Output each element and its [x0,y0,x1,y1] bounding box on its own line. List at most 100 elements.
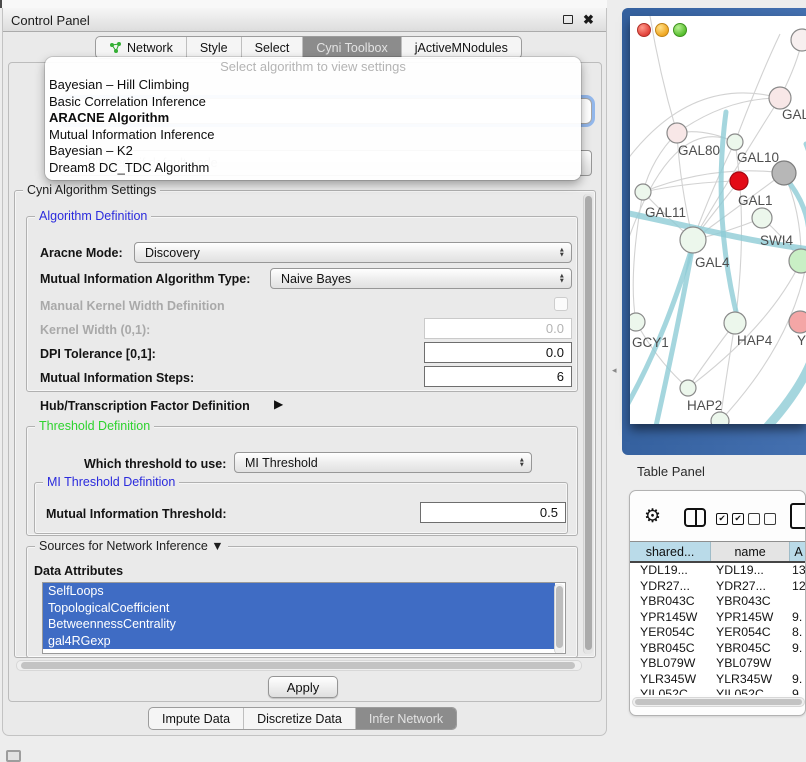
node-partial-bottom[interactable] [711,412,729,424]
cell-shared: YIL052C [630,687,711,695]
node-gal10[interactable] [727,134,743,150]
list-item[interactable]: TopologicalCoefficient [43,600,555,617]
network-nodes[interactable] [630,29,806,424]
mi-type-label: Mutual Information Algorithm Type: [40,272,250,286]
node-hap4[interactable] [724,312,746,334]
tab-select[interactable]: Select [242,37,304,58]
column-header-name[interactable]: name [711,542,790,561]
list-vertical-scrollbar[interactable] [554,584,564,654]
node-gcy1[interactable] [630,313,645,331]
column-header-partial[interactable]: A [790,542,806,561]
tab-style[interactable]: Style [187,37,242,58]
table-row[interactable]: YPR145WYPR145W9. [630,610,806,626]
cell-name: YPR145W [711,610,792,626]
deselect-all-columns-icon[interactable] [748,513,776,525]
tab-label: Style [200,41,228,55]
node-partial-top[interactable] [791,29,806,51]
control-panel-tabstrip: Network Style Select Cyni Toolbox jActiv… [95,36,522,59]
list-item[interactable]: BetweennessCentrality [43,616,555,633]
field-value: 0.0 [546,321,564,336]
mi-steps-field[interactable]: 6 [424,366,572,387]
cell-shared: YBL079W [630,656,711,672]
settings-horizontal-scrollbar[interactable] [16,660,582,671]
splitter-handle-icon[interactable]: ◂ [612,365,617,376]
manual-kernel-checkbox[interactable] [554,297,568,311]
settings-vertical-scrollbar[interactable] [583,194,593,654]
network-graph[interactable]: GAL GAL80 GAL10 GAL1 GAL11 SWI4 GAL4 GCY… [630,16,806,424]
table-row[interactable]: YBL079WYBL079W [630,656,806,672]
collapsed-panel-icon[interactable] [6,750,21,762]
tab-discretize-data[interactable]: Discretize Data [244,708,356,729]
table-row[interactable]: YDR27...YDR27...12 [630,579,806,595]
cell-shared: YBR045C [630,641,711,657]
column-browser-icon[interactable] [684,508,706,527]
list-item[interactable]: SelfLoops [43,583,555,600]
node-gal4[interactable] [680,227,706,253]
table-row[interactable]: YER054CYER054C8. [630,625,806,641]
node-gal80[interactable] [667,123,687,143]
network-canvas[interactable]: GAL GAL80 GAL10 GAL1 GAL11 SWI4 GAL4 GCY… [630,16,806,424]
node-gal1-red[interactable] [730,172,748,190]
scrollbar-thumb[interactable] [556,586,563,648]
dropdown-item-bayesian-hill[interactable]: Bayesian – Hill Climbing [45,77,581,94]
mi-type-combo[interactable]: Naive Bayes ▲▼ [270,268,572,289]
tab-cyni-toolbox[interactable]: Cyni Toolbox [303,37,401,58]
table-row[interactable]: YLR345WYLR345W9. [630,672,806,688]
close-panel-icon[interactable]: ✖ [583,15,594,25]
node-salmon[interactable] [789,311,806,333]
node-label: SWI4 [760,233,793,248]
column-header-shared[interactable]: shared... [630,542,711,561]
cell-shared: YDR27... [630,579,711,595]
tab-infer-network[interactable]: Infer Network [356,708,456,729]
scrollbar-thumb[interactable] [585,196,592,650]
dropdown-item-bayesian-k2[interactable]: Bayesian – K2 [45,143,581,160]
tab-jactivemnodules[interactable]: jActiveMNodules [402,37,521,58]
kernel-width-field[interactable]: 0.0 [424,318,572,339]
hub-expand-arrow-icon[interactable]: ▶ [274,397,283,411]
node-hap2[interactable] [680,380,696,396]
dropdown-item-basic-correlation[interactable]: Basic Correlation Inference [45,94,581,111]
stepper-icon: ▲▼ [559,273,565,284]
aracne-mode-combo[interactable]: Discovery ▲▼ [134,242,572,263]
dpi-tolerance-field[interactable]: 0.0 [424,342,572,363]
table-body: YDL19...YDL19...13 YDR27...YDR27...12 YB… [630,563,806,695]
manual-kernel-label: Manual Kernel Width Definition [40,299,225,313]
scrollbar-thumb[interactable] [21,662,575,669]
tab-network[interactable]: Network [96,37,187,58]
list-item-label: BetweennessCentrality [48,617,176,631]
data-attributes-list[interactable]: SelfLoops TopologicalCoefficient Between… [42,582,566,654]
node-bright-green[interactable] [789,249,806,273]
table-row[interactable]: YBR045CYBR045C9. [630,641,806,657]
sources-title[interactable]: Sources for Network Inference ▼ [35,539,228,553]
tab-impute-data[interactable]: Impute Data [149,708,244,729]
group-title: Algorithm Definition [35,209,151,223]
control-panel-titlebar: Control Panel ✖ [3,8,606,32]
which-threshold-combo[interactable]: MI Threshold ▲▼ [234,452,532,473]
unchecked-box-icon [748,513,760,525]
table-settings-gear-icon[interactable]: ⚙ [644,507,661,526]
list-item[interactable]: gal4RGexp [43,633,555,650]
table-horizontal-scrollbar[interactable] [632,697,805,707]
export-table-icon[interactable] [790,503,806,529]
dropdown-item-aracne[interactable]: ARACNE Algorithm [45,110,581,127]
combo-value: MI Threshold [245,456,318,470]
dropdown-item-mutual-information[interactable]: Mutual Information Inference [45,127,581,144]
node-swi4[interactable] [752,208,772,228]
mi-threshold-field[interactable]: 0.5 [420,502,566,523]
node-gal-pink[interactable] [769,87,791,109]
mi-steps-label: Mutual Information Steps: [40,371,194,385]
float-panel-icon[interactable] [563,15,573,24]
aracne-mode-label: Aracne Mode: [40,246,123,260]
tab-label: Impute Data [162,712,230,726]
dropdown-item-dream8[interactable]: Dream8 DC_TDC Algorithm [45,160,581,177]
apply-button[interactable]: Apply [268,676,338,698]
table-row[interactable]: YDL19...YDL19...13 [630,563,806,579]
table-row[interactable]: YIL052CYIL052C9. [630,687,806,695]
table-row[interactable]: YBR043CYBR043C [630,594,806,610]
scrollbar-thumb[interactable] [635,699,802,705]
cell-shared: YER054C [630,625,711,641]
column-header-label: A [794,545,802,559]
select-all-columns-icon[interactable]: ✔ ✔ [716,513,744,525]
cell-name: YDL19... [711,563,792,579]
node-gal11[interactable] [635,184,651,200]
